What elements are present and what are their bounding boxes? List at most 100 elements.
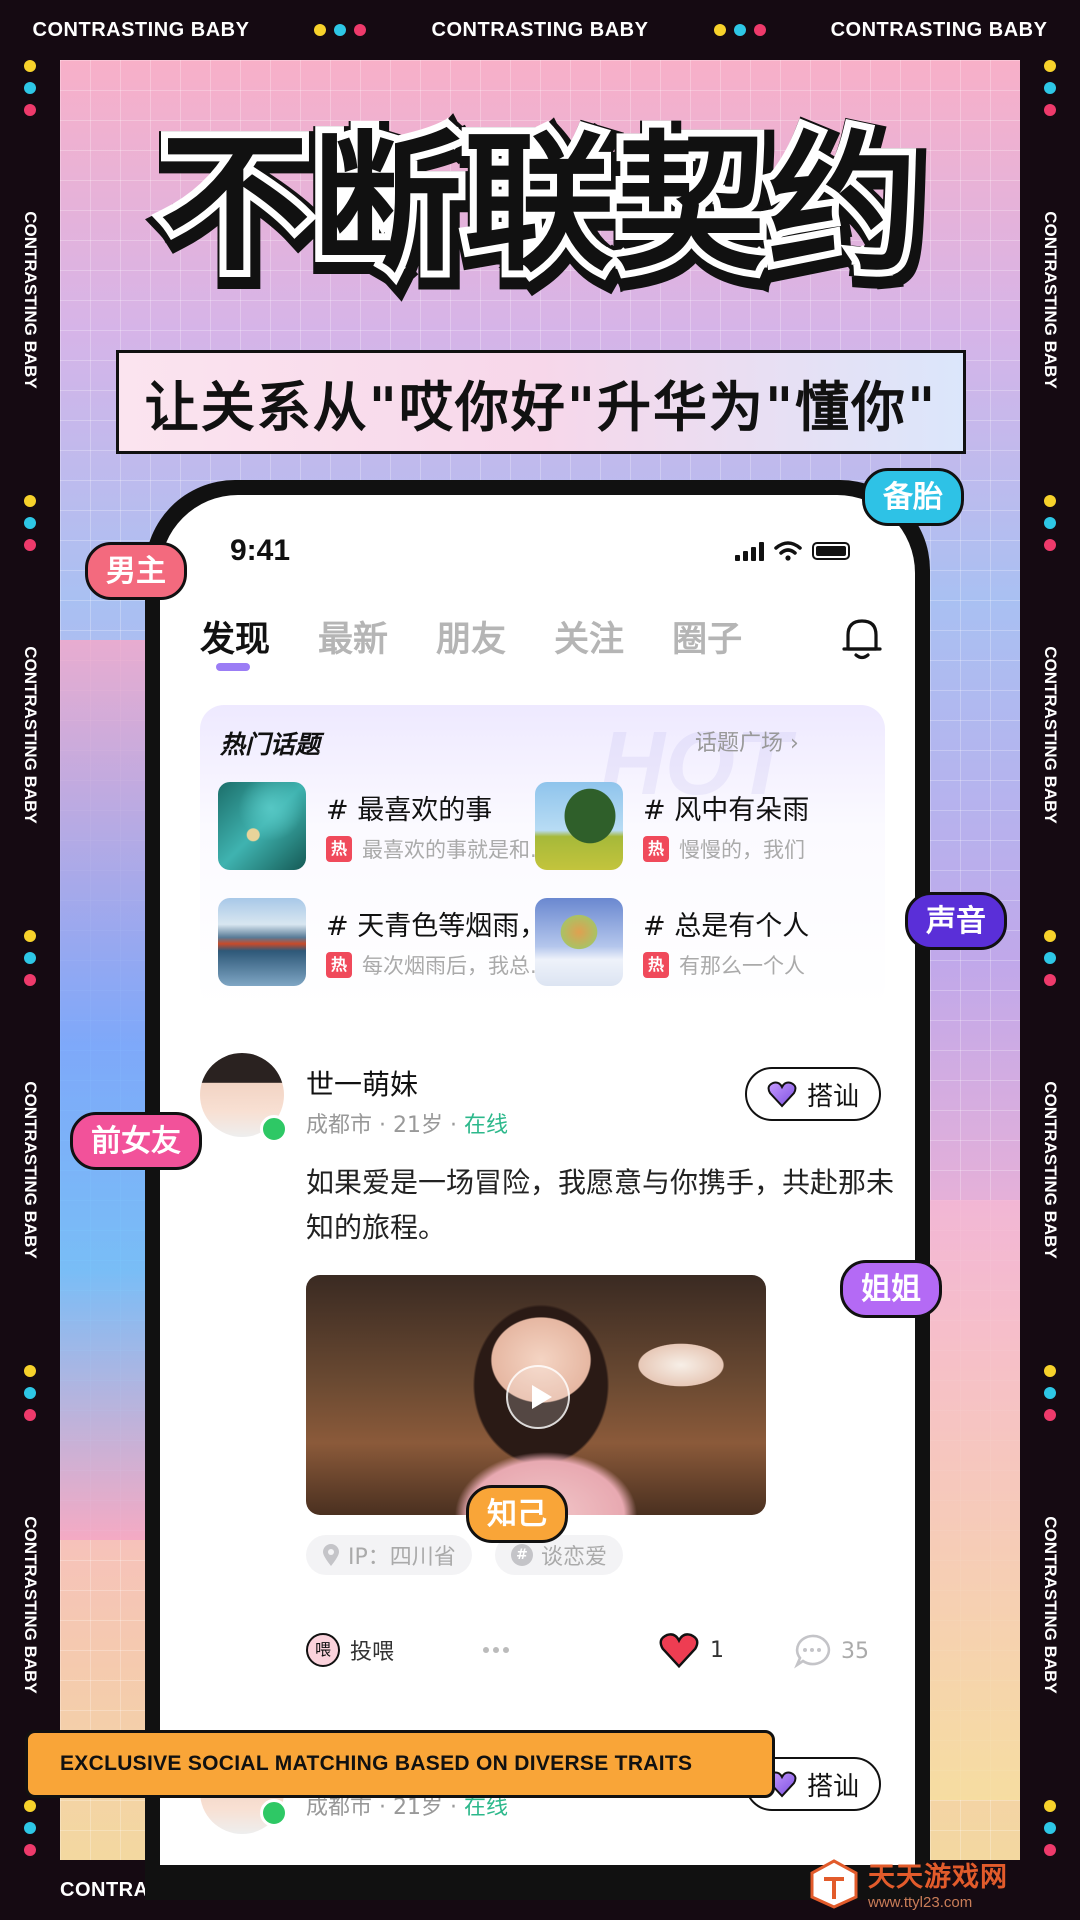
strip-text: CONTRASTING BABY [1041, 646, 1060, 824]
post-text: 如果爱是一场冒险，我愿意与你携手，共赴那未知的旅程。 [306, 1166, 895, 1244]
dot-group [24, 1800, 36, 1856]
watermark-url: www.ttyl23.com [868, 1894, 973, 1911]
comment-icon [794, 1634, 831, 1669]
dot-group [1044, 1800, 1056, 1856]
hot-topics-title: 热门话题 [220, 730, 321, 759]
topic-desc: 慢慢的，我们 [679, 838, 805, 862]
strip-text: CONTRASTING BABY [21, 1516, 40, 1694]
online-status: 在线 [463, 1113, 508, 1138]
feed-badge-icon: 喂 [306, 1633, 340, 1667]
comment-button[interactable]: 35 [793, 1633, 869, 1669]
dot-group [1044, 1365, 1056, 1421]
topic-thumbnail [218, 898, 306, 986]
battery-icon [812, 542, 850, 560]
tab-friends[interactable]: 朋友 [436, 611, 506, 662]
topic-square-link[interactable]: 话题广场 › [695, 725, 799, 757]
like-button[interactable]: 1 [658, 1631, 724, 1669]
left-frame-strip: CONTRASTING BABY CONTRASTING BABY CONTRA… [0, 60, 60, 1860]
signal-icon [735, 541, 764, 561]
post-age: 21岁 [393, 1795, 443, 1820]
dot-group [713, 24, 766, 36]
top-frame-strip: CONTRASTING BABY CONTRASTING BABY CONTRA… [0, 0, 1080, 60]
topic-desc: 有那么一个人 [679, 954, 805, 978]
topic-item[interactable]: # 总是有个人 热有那么一个人 [535, 898, 885, 988]
dot-group [1044, 60, 1056, 116]
dot-group [24, 1365, 36, 1421]
comment-count: 35 [841, 1638, 869, 1664]
post-video-thumbnail[interactable] [306, 1275, 766, 1515]
topic-thumbnail [535, 782, 623, 870]
dot-group [1044, 930, 1056, 986]
like-heart-icon [659, 1633, 699, 1669]
tag-sister: 姐姐 [840, 1260, 942, 1318]
post-username[interactable]: 世一萌妹 [306, 1063, 418, 1103]
phone-screen: 9:41 发现 最新 朋友 关注 圈子 HOT 热门话题 话题广场 › # 最喜… [160, 495, 915, 1865]
feed-label: 投喂 [350, 1640, 395, 1665]
strip-text: CONTRASTING BABY [32, 18, 250, 41]
status-time: 9:41 [230, 534, 291, 567]
tab-latest[interactable]: 最新 [318, 611, 388, 662]
topic-item[interactable]: # 天青色等烟雨，... 热每次烟雨后，我总... [218, 898, 578, 988]
feed-button[interactable]: 喂 投喂 [306, 1633, 394, 1667]
tab-bar: 发现 最新 朋友 关注 圈子 [200, 611, 742, 662]
topic-title: # 最喜欢的事 [326, 795, 493, 826]
tab-discover[interactable]: 发现 [200, 611, 270, 662]
tag-backup: 备胎 [862, 468, 964, 526]
strip-text: CONTRASTING BABY [431, 18, 649, 41]
tab-following[interactable]: 关注 [554, 611, 624, 662]
greet-label: 搭讪 [806, 1081, 859, 1112]
strip-text: CONTRASTING BABY [830, 18, 1048, 41]
post-age: 21岁 [393, 1113, 443, 1138]
right-frame-strip: CONTRASTING BABY CONTRASTING BABY CONTRA… [1020, 60, 1080, 1860]
hot-badge: 热 [643, 952, 669, 978]
topic-desc-row: 热每次烟雨后，我总... [326, 950, 550, 980]
post-location: 成都市 [306, 1113, 373, 1138]
location-pin-icon [323, 1544, 339, 1566]
more-button[interactable] [481, 1635, 511, 1665]
subheadline: 让关系从"哎你好"升华为"懂你" [144, 375, 938, 439]
strip-text: CONTRASTING BABY [1041, 1081, 1060, 1259]
topic-chip-label: 谈恋爱 [541, 1545, 608, 1570]
status-icons [735, 541, 850, 561]
hot-badge: 热 [643, 836, 669, 862]
tab-circles[interactable]: 圈子 [672, 611, 742, 662]
topic-title: # 总是有个人 [643, 911, 810, 942]
tag-voice: 声音 [905, 892, 1007, 950]
strip-text: CONTRASTING BABY [1041, 211, 1060, 389]
dot-group [1044, 495, 1056, 551]
topic-desc: 每次烟雨后，我总... [362, 954, 551, 978]
play-icon[interactable] [506, 1365, 570, 1429]
strip-text: CONTRASTING BABY [21, 1081, 40, 1259]
bell-icon[interactable] [840, 613, 884, 663]
topic-thumbnail [218, 782, 306, 870]
tagline-text: EXCLUSIVE SOCIAL MATCHING BASED ON DIVER… [60, 1752, 693, 1775]
topic-desc-row: 热最喜欢的事就是和... [326, 834, 550, 864]
online-status: 在线 [463, 1795, 508, 1820]
tagline-banner: EXCLUSIVE SOCIAL MATCHING BASED ON DIVER… [25, 1730, 775, 1798]
subheadline-box: 让关系从"哎你好"升华为"懂你" [116, 350, 966, 454]
strip-text: CONTRASTING BABY [1041, 1516, 1060, 1694]
status-bar: 9:41 [230, 531, 850, 571]
ip-chip: IP：四川省 [306, 1535, 472, 1575]
topic-item[interactable]: # 风中有朵雨 热慢慢的，我们 [535, 782, 885, 872]
more-icon [483, 1647, 509, 1653]
house-logo-icon [810, 1859, 858, 1909]
active-tab-indicator [216, 663, 250, 671]
watermark-name: 天天游戏网 [868, 1862, 1008, 1893]
post-location: 成都市 [306, 1795, 373, 1820]
topic-item[interactable]: # 最喜欢的事 热最喜欢的事就是和... [218, 782, 578, 872]
hot-topics-card: HOT 热门话题 话题广场 › # 最喜欢的事 热最喜欢的事就是和... # 风… [200, 705, 885, 1010]
site-watermark: 天天游戏网 www.ttyl23.com [808, 1852, 1068, 1914]
tag-ex-girlfriend: 前女友 [70, 1112, 202, 1170]
headline: 不断联契约 [153, 111, 925, 299]
hot-badge: 热 [326, 836, 352, 862]
dot-group [24, 60, 36, 116]
strip-text: CONTRASTING BABY [21, 646, 40, 824]
topic-desc-row: 热慢慢的，我们 [643, 834, 805, 864]
strip-text: CONTRASTING BABY [21, 211, 40, 389]
dot-group [24, 930, 36, 986]
ip-label: IP：四川省 [348, 1545, 456, 1570]
like-count: 1 [710, 1637, 724, 1663]
verified-badge [260, 1115, 288, 1143]
greet-button[interactable]: 搭讪 [745, 1067, 881, 1121]
